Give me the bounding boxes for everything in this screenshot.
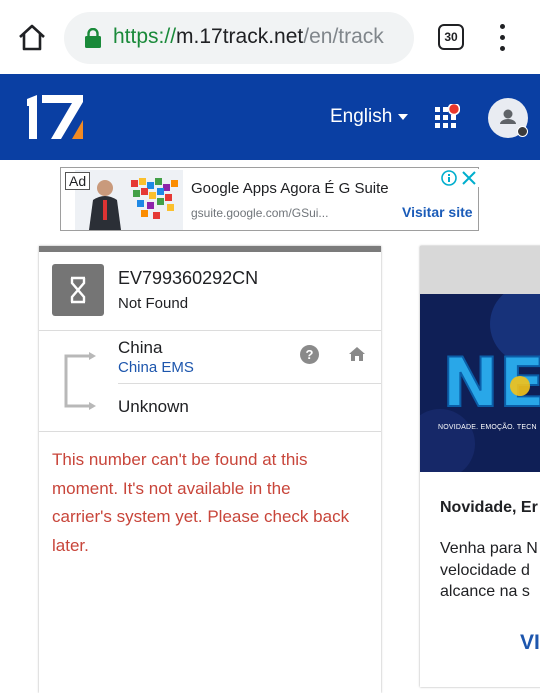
origin-country: China (118, 338, 163, 357)
promo-body-line: velocidade d (440, 561, 530, 579)
hourglass-icon (70, 276, 86, 304)
divider (118, 383, 381, 384)
home-icon[interactable] (16, 22, 48, 54)
language-selector[interactable]: English (330, 106, 409, 128)
promo-body-line: Venha para N (440, 540, 538, 557)
lock-icon (85, 28, 101, 48)
browser-menu-icon[interactable] (496, 24, 508, 52)
language-label: English (330, 106, 393, 127)
help-icon[interactable]: ? (300, 345, 319, 364)
ad-choices-icon[interactable] (439, 169, 479, 187)
tracking-result-card: EV799360292CN Not Found China China EMS … (39, 246, 381, 693)
url-text: https://m.17track.net/en/track (113, 25, 384, 49)
browser-toolbar: https://m.17track.net/en/track 30 (0, 0, 540, 74)
ad-visit-button[interactable]: Visitar site (402, 204, 473, 220)
promo-cta-button[interactable]: VI (520, 631, 540, 655)
site-header: English (0, 74, 540, 160)
promo-banner-image[interactable]: NE NOVIDADE. EMOÇÃO. TECN (420, 294, 540, 472)
status-tile (52, 264, 104, 316)
apps-grid-icon[interactable] (434, 104, 460, 130)
address-bar[interactable]: https://m.17track.net/en/track (64, 12, 414, 64)
ad-banner[interactable]: Ad Google Apps Agora É G Suite gsuite.go… (60, 167, 479, 231)
promo-card-header (420, 246, 540, 294)
site-logo[interactable] (26, 94, 86, 140)
promo-card[interactable]: NE NOVIDADE. EMOÇÃO. TECN Novidade, Er V… (420, 246, 540, 687)
tracking-number: EV799360292CN (118, 268, 259, 288)
url-host: m.17track.net (176, 25, 304, 48)
route-icon (64, 352, 96, 410)
tracking-status: Not Found (118, 295, 189, 312)
caret-down-icon (398, 113, 409, 120)
ad-title[interactable]: Google Apps Agora É G Suite (191, 180, 389, 197)
not-found-message: This number can't be found at this momen… (52, 450, 350, 555)
destination-country: Unknown (118, 397, 189, 416)
promo-body-line: alcance na s (440, 583, 530, 600)
divider (39, 431, 381, 432)
promo-body: Venha para N velocidade d alcance na s (440, 538, 538, 603)
divider (39, 330, 381, 331)
promo-tagline: NOVIDADE. EMOÇÃO. TECN (438, 424, 537, 431)
status-dot (517, 126, 528, 137)
origin-carrier-link[interactable]: China EMS (118, 359, 194, 376)
url-scheme: https:// (113, 25, 177, 48)
ad-url: gsuite.google.com/GSui... (191, 206, 329, 220)
ad-label: Ad (65, 172, 91, 190)
promo-title: Novidade, Er (440, 499, 538, 516)
promo-banner-art: NE (420, 294, 540, 472)
ad-image (75, 170, 183, 230)
url-path: /en/track (303, 25, 384, 48)
tab-switcher-button[interactable]: 30 (438, 24, 464, 50)
carrier-home-icon[interactable] (348, 346, 366, 362)
